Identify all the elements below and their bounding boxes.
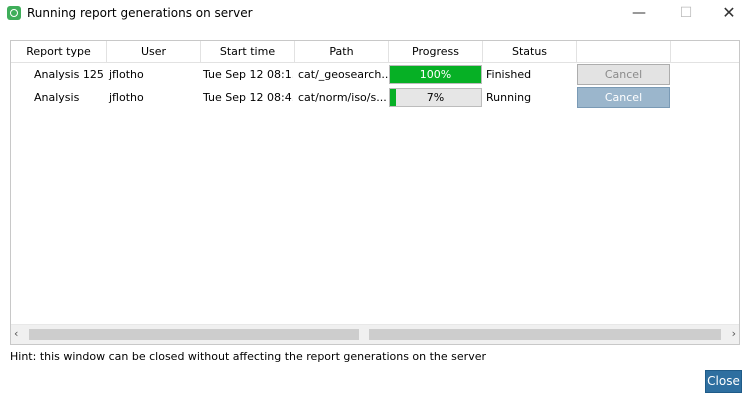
scroll-track[interactable] [29,329,721,340]
table-row[interactable]: Analysis jflotho Tue Sep 12 08:4... cat/… [11,86,739,109]
cell-report-type: Analysis [34,91,80,104]
column-header-progress[interactable]: Progress [389,41,483,62]
progress-label: 7% [426,91,445,104]
cell-user: jflotho [109,91,144,104]
table-row[interactable]: Analysis 125 jflotho Tue Sep 12 08:1... … [11,63,739,86]
progress-bar: 7% [389,88,482,107]
cell-report-type: Analysis 125 [34,68,104,81]
scroll-right-icon[interactable]: › [732,327,736,340]
app-icon [7,6,21,20]
progress-label: 100% [419,68,452,81]
title-bar: Running report generations on server — ☐… [0,0,750,28]
cell-start-time: Tue Sep 12 08:1... [203,68,293,81]
sort-indicator-icon: ⌄ [56,45,62,53]
column-header-path[interactable]: Path [295,41,389,62]
maximize-icon[interactable]: ☐ [675,4,697,22]
cell-start-time: Tue Sep 12 08:4... [203,91,293,104]
cancel-button[interactable]: Cancel [577,87,670,108]
scroll-thumb[interactable] [359,329,369,340]
cell-path: cat/norm/iso/s... [298,91,387,104]
minimize-icon[interactable]: — [628,4,650,22]
cancel-button[interactable]: Cancel [577,64,670,85]
column-header-start-time[interactable]: Start time [201,41,295,62]
close-icon[interactable]: ✕ [718,4,740,22]
horizontal-scrollbar[interactable]: ‹ › [11,324,739,344]
scroll-left-icon[interactable]: ‹ [14,327,18,340]
cell-status: Finished [486,68,532,81]
progress-bar: 100% [389,65,482,84]
cell-user: jflotho [109,68,144,81]
window-title: Running report generations on server [27,6,253,20]
hint-text: Hint: this window can be closed without … [10,350,486,363]
column-header-report-type[interactable]: ⌄ Report type [11,41,107,62]
column-header-status[interactable]: Status [483,41,577,62]
cell-path: cat/_geosearch... [298,68,388,81]
table-header: ⌄ Report type User Start time Path Progr… [11,41,739,63]
report-table: ⌄ Report type User Start time Path Progr… [10,40,740,345]
cell-status: Running [486,91,532,104]
column-header-user[interactable]: User [107,41,201,62]
close-button[interactable]: Close [705,370,742,393]
column-header-action[interactable] [577,41,671,62]
